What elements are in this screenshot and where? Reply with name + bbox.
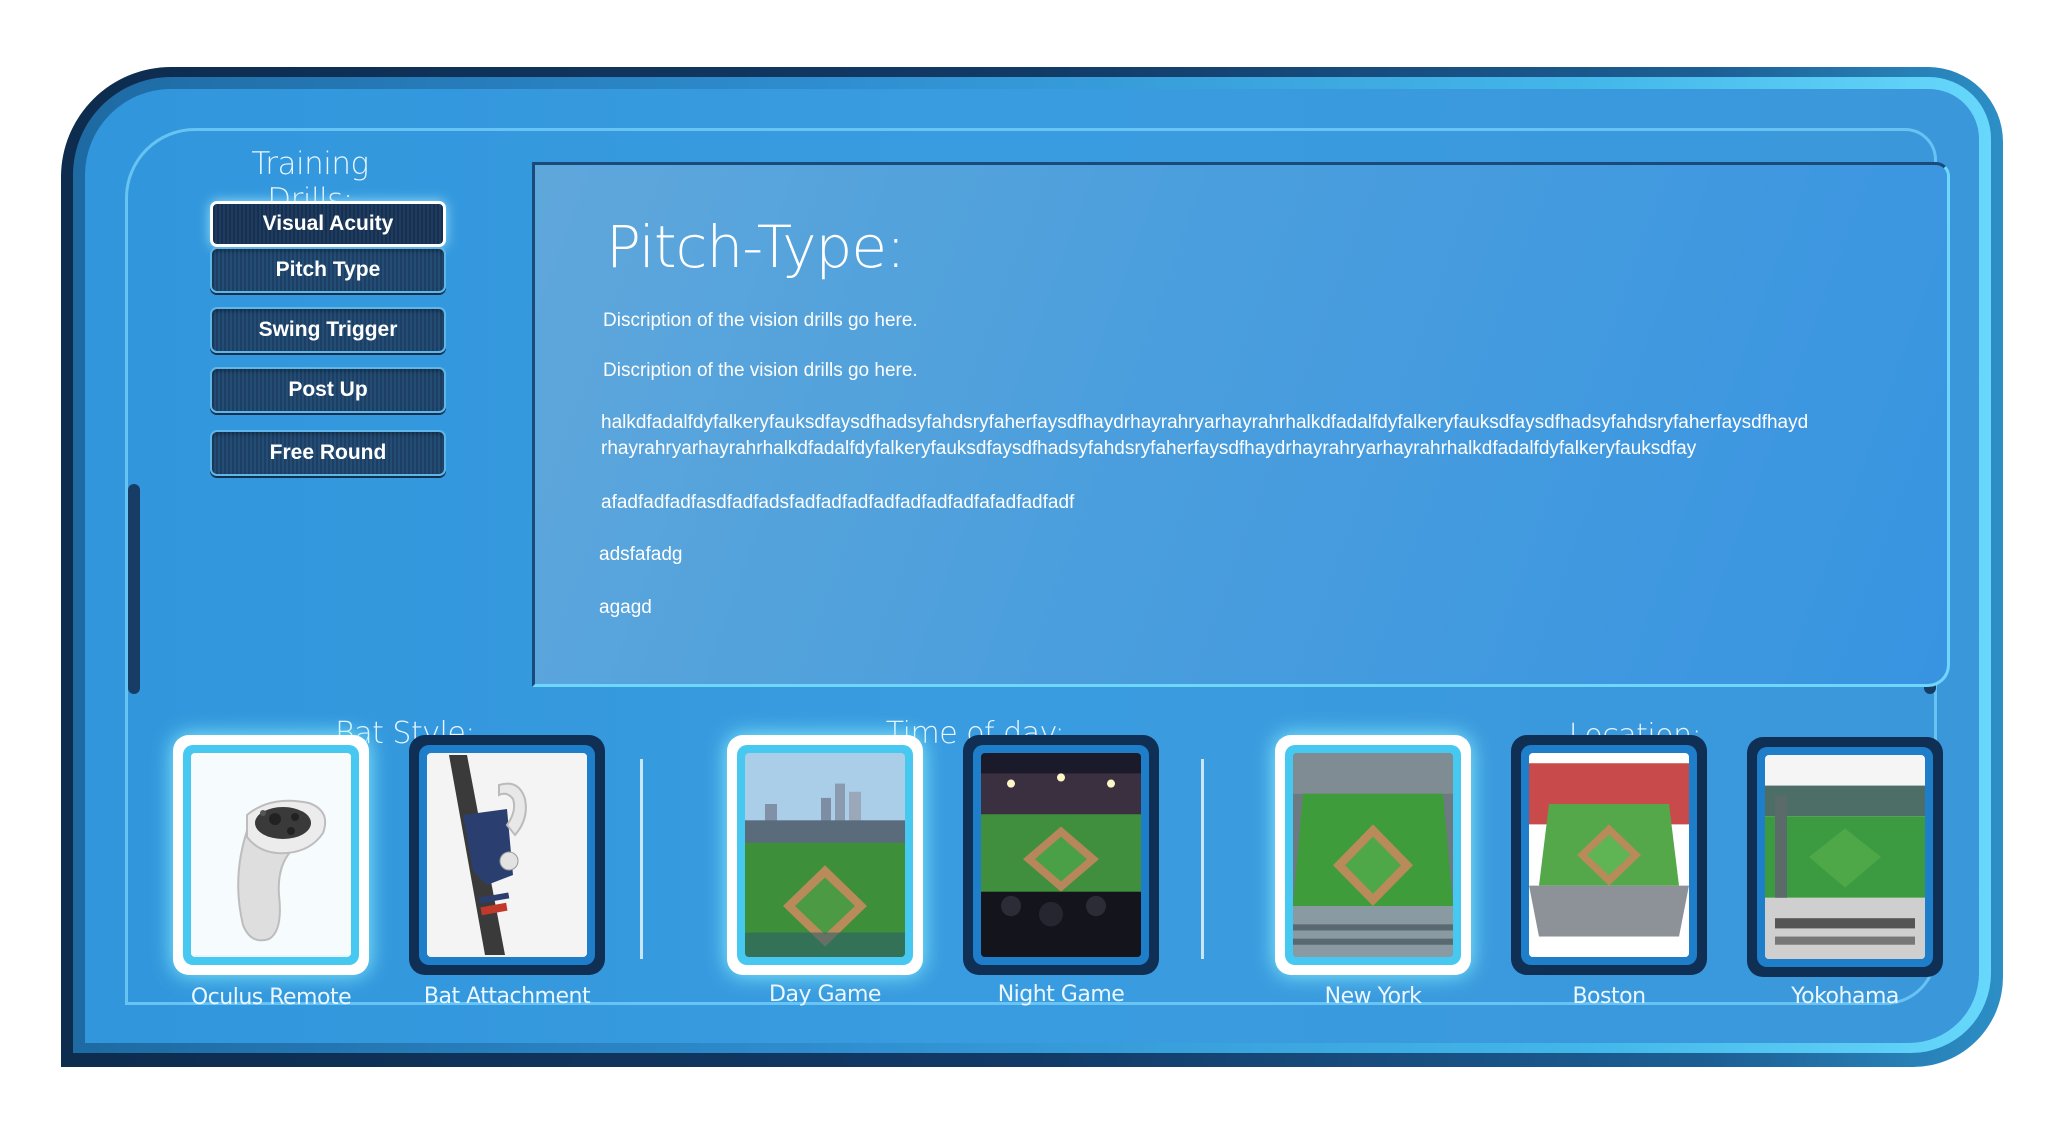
day-stadium-icon bbox=[745, 753, 905, 957]
new-york-stadium-image bbox=[1293, 753, 1453, 957]
card-frame bbox=[1757, 747, 1933, 967]
time-option-day-game[interactable] bbox=[727, 735, 923, 975]
oculus-controller-image bbox=[191, 753, 351, 957]
time-option-label: Night Game bbox=[997, 982, 1125, 1007]
left-side-handle bbox=[128, 484, 140, 694]
card-frame bbox=[737, 745, 913, 965]
bat-attachment-icon bbox=[427, 755, 587, 955]
night-stadium-icon bbox=[981, 753, 1141, 957]
description-panel: Pitch-Type: Discription of the vision dr… bbox=[532, 162, 1950, 687]
yokohama-stadium-icon bbox=[1765, 755, 1925, 959]
bat-option-label: Bat Attachment bbox=[423, 984, 591, 1009]
drill-button-post-up[interactable]: Post Up bbox=[210, 367, 446, 413]
card-frame bbox=[973, 745, 1149, 965]
bat-option-oculus-remote[interactable] bbox=[173, 735, 369, 975]
card-frame bbox=[419, 745, 595, 965]
location-option-label: New York bbox=[1324, 984, 1422, 1009]
location-option-yokohama[interactable] bbox=[1747, 737, 1943, 977]
frame-body: Training Drills: Visual Acuity Pitch Typ… bbox=[85, 89, 1979, 1043]
location-option-boston[interactable] bbox=[1511, 735, 1707, 975]
drill-button-visual-acuity[interactable]: Visual Acuity bbox=[210, 201, 446, 247]
description-line: adsfafadg bbox=[599, 544, 683, 565]
day-stadium-image bbox=[745, 753, 905, 957]
description-line: halkdfadalfdyfalkeryfauksdfaysdfhadsyfah… bbox=[601, 412, 1809, 433]
time-option-label: Day Game bbox=[769, 982, 881, 1007]
card-frame bbox=[183, 745, 359, 965]
section-divider bbox=[640, 759, 643, 959]
drill-button-swing-trigger[interactable]: Swing Trigger bbox=[210, 307, 446, 353]
boston-stadium-image bbox=[1529, 753, 1689, 957]
bat-option-label: Oculus Remote bbox=[190, 985, 352, 1010]
bat-option-bat-attachment[interactable] bbox=[409, 735, 605, 975]
card-frame bbox=[1521, 745, 1697, 965]
location-option-new-york[interactable] bbox=[1275, 735, 1471, 975]
description-line: rhayrahryarhayrahrhalkdfadalfdyfalkeryfa… bbox=[601, 438, 1697, 459]
drill-button-pitch-type[interactable]: Pitch Type bbox=[210, 247, 446, 293]
yokohama-stadium-image bbox=[1765, 755, 1925, 959]
description-line: afadfadfadfasdfadfadsfadfadfadfadfadfadf… bbox=[601, 492, 1075, 513]
app-frame: Training Drills: Visual Acuity Pitch Typ… bbox=[61, 67, 2003, 1067]
bat-attachment-image bbox=[427, 753, 587, 957]
panel-title: Pitch-Type: bbox=[606, 213, 906, 281]
card-frame bbox=[1285, 745, 1461, 965]
new-york-stadium-icon bbox=[1293, 753, 1453, 957]
description-line: Discription of the vision drills go here… bbox=[603, 360, 918, 381]
description-line: Discription of the vision drills go here… bbox=[603, 310, 918, 331]
oculus-controller-icon bbox=[191, 755, 351, 955]
night-stadium-image bbox=[981, 753, 1141, 957]
location-option-label: Yokohama bbox=[1791, 984, 1899, 1009]
description-line: agagd bbox=[599, 597, 652, 618]
time-option-night-game[interactable] bbox=[963, 735, 1159, 975]
location-option-label: Boston bbox=[1572, 984, 1646, 1009]
drill-button-free-round[interactable]: Free Round bbox=[210, 430, 446, 476]
section-divider bbox=[1201, 759, 1204, 959]
boston-stadium-icon bbox=[1529, 753, 1689, 957]
